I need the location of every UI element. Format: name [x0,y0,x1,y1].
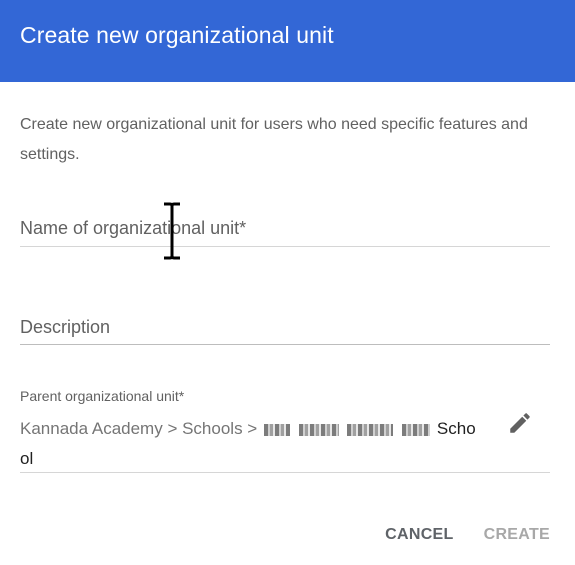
description-label: Description [20,317,111,337]
redacted-text [298,423,339,436]
dialog-title: Create new organizational unit [20,22,334,48]
redacted-text [263,423,290,436]
text-cursor-icon [164,202,180,260]
parent-org-unit-label: Parent organizational unit* [20,388,185,404]
create-button[interactable]: CREATE [484,522,550,548]
redacted-text [347,423,394,436]
org-unit-name-label: Name of organizational unit* [20,218,247,238]
parent-path-suffix-wrap: ol [20,449,34,468]
parent-path-prefix: Kannada Academy > Schools > [20,419,258,438]
description-field[interactable]: Description [20,313,550,345]
org-unit-name-field[interactable]: Name of organizational unit* [20,214,550,247]
parent-org-unit-field: Parent organizational unit* Kannada Acad… [20,386,550,473]
cancel-button[interactable]: CANCEL [385,522,453,548]
create-org-unit-dialog: Create new organizational unit Create ne… [0,0,575,565]
dialog-intro-text: Create new organizational unit for users… [20,116,528,163]
parent-org-unit-path: Kannada Academy > Schools > Scho ol [20,414,482,474]
dialog-actions: CANCEL CREATE [385,522,550,548]
redacted-text [402,423,431,436]
dialog-header: Create new organizational unit [0,0,575,82]
parent-path-suffix: Scho [436,419,476,438]
pencil-icon[interactable] [507,410,533,436]
